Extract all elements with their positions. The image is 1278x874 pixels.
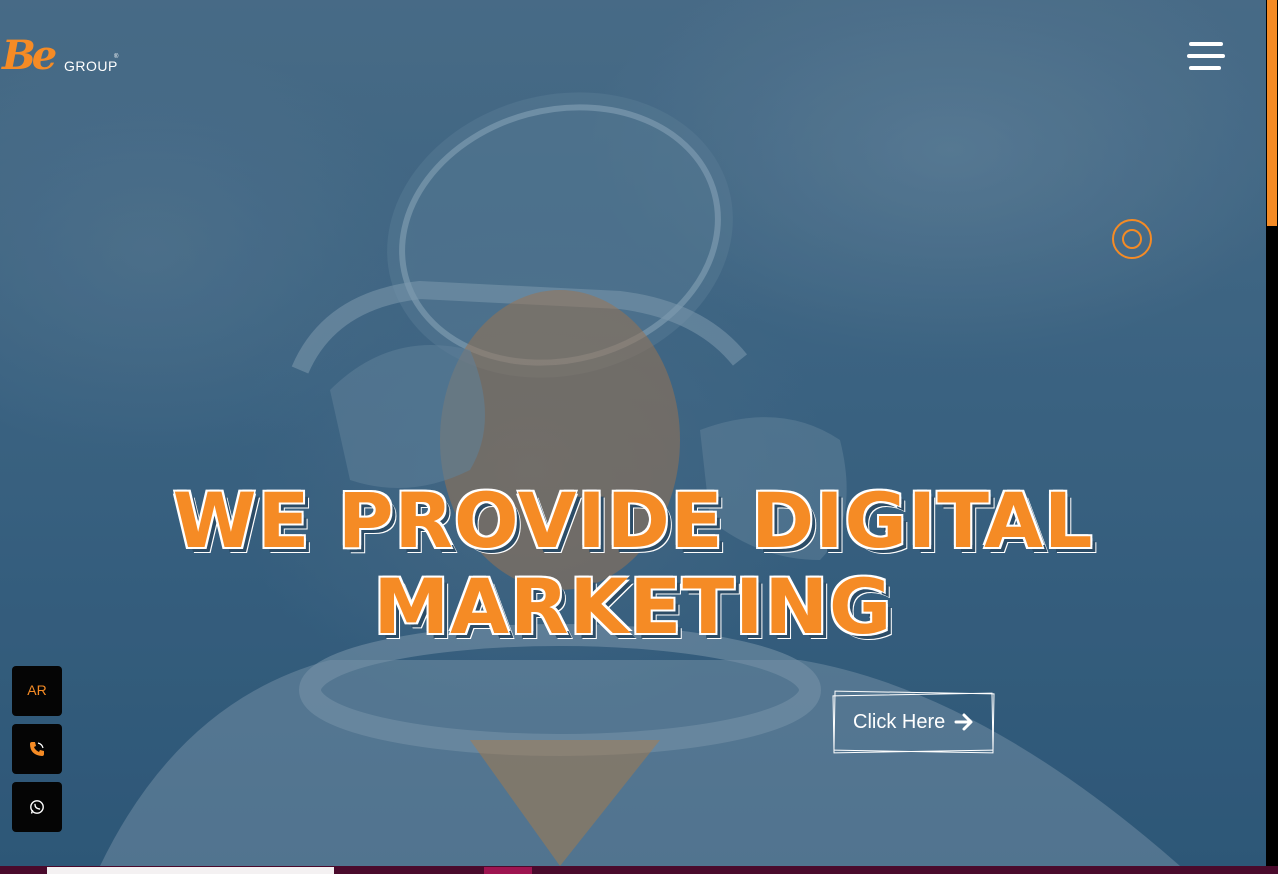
hamburger-menu-icon[interactable] bbox=[1187, 42, 1225, 74]
arrow-right-icon bbox=[954, 713, 973, 731]
page: Be GROUP ® WE PROVIDE DIGITAL MARKETING … bbox=[0, 0, 1278, 874]
whatsapp-button[interactable] bbox=[12, 782, 62, 832]
headline-line-2: MARKETING bbox=[373, 562, 893, 651]
menu-line bbox=[1189, 42, 1223, 46]
phone-icon bbox=[30, 742, 44, 756]
hero-headline: WE PROVIDE DIGITAL MARKETING bbox=[90, 478, 1176, 650]
hero-section: Be GROUP ® WE PROVIDE DIGITAL MARKETING … bbox=[0, 0, 1266, 866]
logo-registered: ® bbox=[114, 54, 119, 60]
click-here-label: Click Here bbox=[853, 711, 946, 733]
call-button[interactable] bbox=[12, 724, 62, 774]
color-overlay bbox=[0, 0, 1266, 866]
language-switch-button[interactable]: AR bbox=[12, 666, 62, 716]
preview-block bbox=[47, 867, 334, 874]
page-scrollbar[interactable] bbox=[1266, 0, 1278, 866]
next-section-preview bbox=[0, 866, 1278, 874]
menu-line bbox=[1187, 54, 1225, 58]
ring-inner bbox=[1122, 229, 1142, 249]
ring-icon bbox=[1112, 219, 1152, 259]
language-label: AR bbox=[27, 682, 47, 698]
logo-word: GROUP bbox=[64, 58, 118, 74]
preview-block bbox=[484, 867, 532, 874]
logo-mark: Be bbox=[2, 32, 57, 79]
scrollbar-thumb[interactable] bbox=[1267, 0, 1277, 226]
menu-line bbox=[1189, 66, 1221, 70]
brand-logo[interactable]: Be GROUP ® bbox=[2, 34, 122, 80]
headline-line-1: WE PROVIDE DIGITAL bbox=[172, 476, 1094, 565]
click-here-button[interactable]: Click Here bbox=[832, 690, 995, 754]
whatsapp-icon bbox=[30, 800, 44, 814]
